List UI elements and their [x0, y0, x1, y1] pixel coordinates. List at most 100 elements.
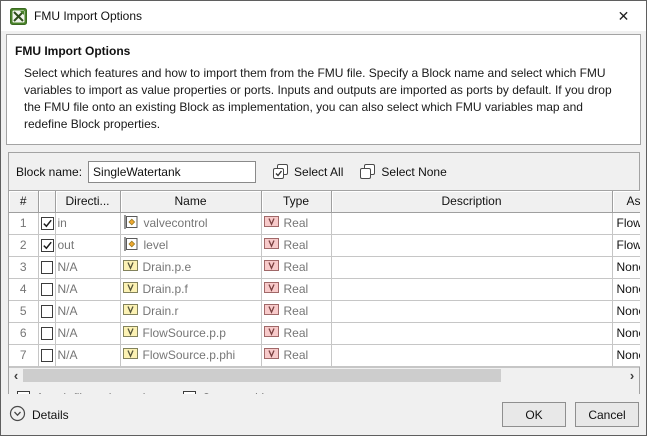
name-cell[interactable]: valvecontrol [120, 212, 261, 234]
details-chevron-icon [9, 405, 26, 425]
as-cell[interactable]: Flow P [612, 234, 640, 256]
table-row[interactable]: 1 invalvecontrolReal Flow P [9, 212, 640, 234]
as-cell[interactable]: None [612, 344, 640, 366]
select-all-button[interactable]: Select All [272, 164, 343, 180]
direction-cell[interactable]: N/A [55, 344, 120, 366]
name-cell[interactable]: level [120, 234, 261, 256]
row-check-cell [38, 234, 55, 256]
window-title: FMU Import Options [34, 9, 142, 23]
horizontal-scrollbar[interactable]: ‹ › [9, 367, 639, 382]
column-header-5[interactable]: Description [331, 191, 612, 212]
scroll-left-icon[interactable]: ‹ [9, 368, 23, 383]
type-cell[interactable]: Real [261, 322, 331, 344]
table-row[interactable]: 2outlevelRealFlow P [9, 234, 640, 256]
type-cell[interactable]: Real [261, 300, 331, 322]
value-property-icon [123, 348, 138, 362]
footer-bar: Details OK Cancel [1, 394, 646, 435]
type-icon [264, 282, 279, 296]
table-row[interactable]: 3 N/ADrain.p.eReal None [9, 256, 640, 278]
as-cell[interactable]: None [612, 300, 640, 322]
description-cell[interactable] [331, 344, 612, 366]
type-icon [264, 348, 279, 362]
column-header-1[interactable] [38, 191, 55, 212]
column-header-4[interactable]: Type [261, 191, 331, 212]
app-icon [10, 8, 27, 25]
description-cell[interactable] [331, 234, 612, 256]
as-cell[interactable]: None [612, 256, 640, 278]
value-property-icon [123, 304, 138, 318]
direction-cell[interactable]: out [55, 234, 120, 256]
fmu-import-dialog: FMU Import Options ✕ FMU Import Options … [0, 0, 647, 436]
row-checkbox[interactable] [41, 239, 54, 252]
row-check-cell [38, 300, 55, 322]
table-header-row: # Directi...NameTypeDescriptionAs P [9, 191, 640, 212]
type-cell[interactable]: Real [261, 234, 331, 256]
name-cell[interactable]: Drain.p.f [120, 278, 261, 300]
description-cell[interactable] [331, 278, 612, 300]
cancel-button[interactable]: Cancel [575, 402, 639, 427]
as-cell[interactable]: Flow P [612, 212, 640, 234]
row-checkbox[interactable] [41, 305, 53, 318]
direction-cell[interactable]: N/A [55, 256, 120, 278]
select-all-label: Select All [294, 165, 343, 179]
as-cell[interactable]: None [612, 322, 640, 344]
close-button[interactable]: ✕ [601, 1, 646, 31]
column-header-6[interactable]: As P [612, 191, 640, 212]
value-property-icon [123, 282, 138, 296]
column-header-2[interactable]: Directi... [55, 191, 120, 212]
variables-table-wrap: # Directi...NameTypeDescriptionAs P 1 inva… [9, 190, 640, 367]
description-cell[interactable] [331, 256, 612, 278]
direction-cell[interactable]: N/A [55, 300, 120, 322]
header-panel: FMU Import Options Select which features… [6, 34, 641, 145]
type-cell[interactable]: Real [261, 344, 331, 366]
as-cell[interactable]: None [612, 278, 640, 300]
title-bar: FMU Import Options ✕ [1, 1, 646, 31]
type-cell[interactable]: Real [261, 278, 331, 300]
row-checkbox[interactable] [41, 283, 53, 296]
column-header-0[interactable]: # [9, 191, 38, 212]
select-all-icon [272, 164, 289, 180]
block-name-input[interactable] [88, 161, 256, 183]
select-none-label: Select None [381, 165, 446, 179]
type-cell[interactable]: Real [261, 256, 331, 278]
description-cell[interactable] [331, 322, 612, 344]
name-cell[interactable]: FlowSource.p.phi [120, 344, 261, 366]
import-options-group: Block name: Select All [8, 152, 640, 417]
row-number: 3 [9, 256, 38, 278]
details-button[interactable]: Details [9, 405, 69, 425]
row-checkbox[interactable] [41, 261, 53, 274]
column-header-3[interactable]: Name [120, 191, 261, 212]
row-checkbox[interactable] [41, 217, 54, 230]
ok-button[interactable]: OK [502, 402, 566, 427]
value-property-icon [123, 260, 138, 274]
name-cell[interactable]: FlowSource.p.p [120, 322, 261, 344]
scroll-right-icon[interactable]: › [625, 368, 639, 383]
type-name: Real [284, 348, 309, 362]
table-row[interactable]: 6 N/AFlowSource.p.pReal None [9, 322, 640, 344]
header-description: Select which features and how to import … [15, 65, 628, 133]
direction-cell[interactable]: N/A [55, 322, 120, 344]
select-none-button[interactable]: Select None [359, 164, 446, 180]
table-row[interactable]: 4N/ADrain.p.fRealNone [9, 278, 640, 300]
scroll-thumb[interactable] [23, 369, 501, 382]
row-checkbox[interactable] [41, 327, 53, 340]
select-none-icon [359, 164, 376, 180]
table-row[interactable]: 7 N/A FlowSource.p.phi Real None [9, 344, 640, 366]
row-checkbox[interactable] [41, 349, 53, 362]
type-name: Real [284, 282, 309, 296]
direction-cell[interactable]: N/A [55, 278, 120, 300]
table-row[interactable]: 5N/ADrain.rRealNone [9, 300, 640, 322]
variable-name: FlowSource.p.phi [143, 348, 236, 362]
description-cell[interactable] [331, 300, 612, 322]
type-icon [264, 216, 279, 230]
description-cell[interactable] [331, 212, 612, 234]
row-number: 1 [9, 212, 38, 234]
row-number: 6 [9, 322, 38, 344]
direction-cell[interactable]: in [55, 212, 120, 234]
row-number: 7 [9, 344, 38, 366]
type-icon [264, 326, 279, 340]
name-cell[interactable]: Drain.r [120, 300, 261, 322]
row-check-cell [38, 344, 55, 366]
type-cell[interactable]: Real [261, 212, 331, 234]
name-cell[interactable]: Drain.p.e [120, 256, 261, 278]
